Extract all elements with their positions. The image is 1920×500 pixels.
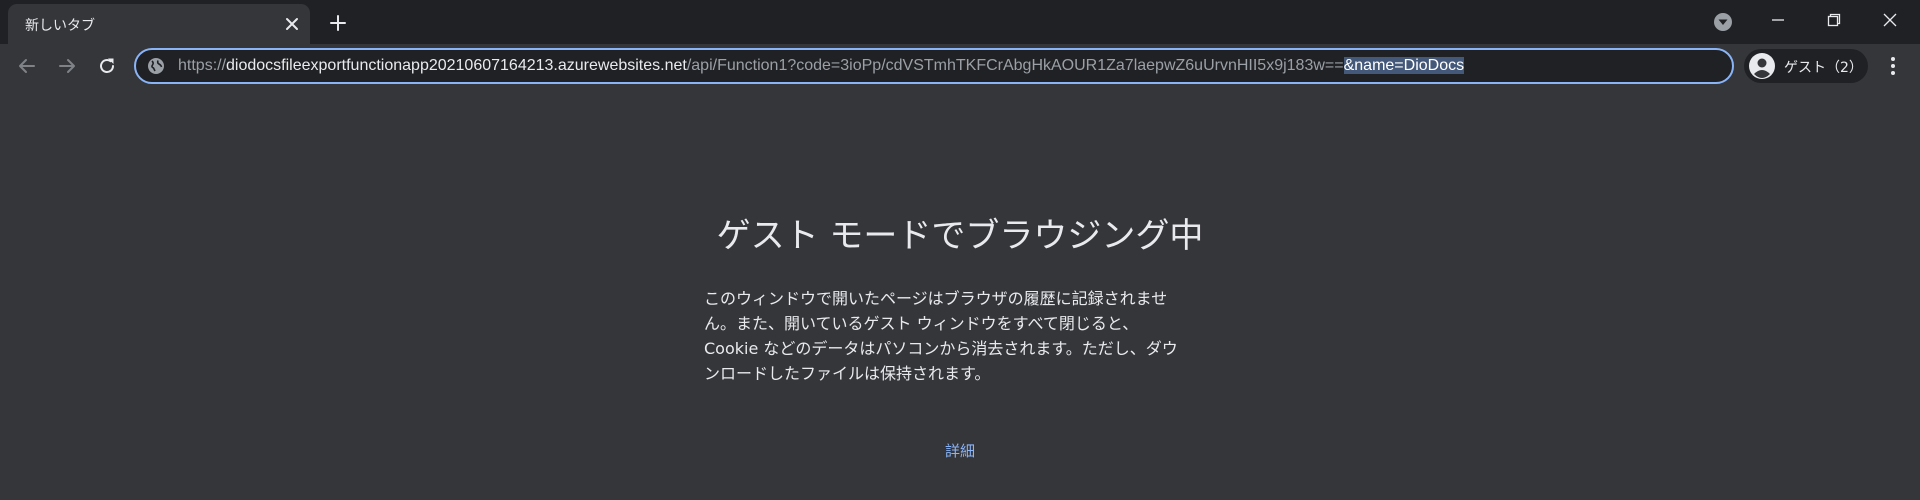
forward-button[interactable]: [50, 49, 84, 83]
plus-icon: [329, 14, 347, 32]
learn-more: 詳細: [0, 440, 1920, 461]
restore-icon: [1827, 13, 1841, 27]
toolbar: https://diodocsfileexportfunctionapp2021…: [0, 44, 1920, 88]
url-text[interactable]: https://diodocsfileexportfunctionapp2021…: [178, 57, 1465, 75]
minimize-button[interactable]: [1750, 0, 1806, 40]
tab-strip: 新しいタブ: [0, 0, 1920, 44]
more-vertical-icon: [1890, 56, 1896, 76]
description-line: ん。また、開いているゲスト ウィンドウをすべて閉じると、: [704, 314, 1139, 333]
close-icon: [1882, 12, 1898, 28]
tab-search-button[interactable]: [1710, 9, 1736, 35]
description-line: ンロードしたファイルは保持されます。: [704, 364, 991, 383]
restore-button[interactable]: [1806, 0, 1862, 40]
url-selected-query: &name=DioDocs: [1343, 57, 1465, 74]
profile-label: ゲスト（2）: [1784, 60, 1863, 76]
reload-button[interactable]: [90, 49, 124, 83]
arrow-right-icon: [57, 56, 77, 76]
guest-description: このウィンドウで開いたページはブラウザの履歴に記録されませ ん。また、開いている…: [704, 286, 1216, 386]
learn-more-link[interactable]: 詳細: [945, 442, 975, 460]
description-line: Cookie などのデータはパソコンから消去されます。ただし、ダウ: [704, 339, 1178, 358]
back-button[interactable]: [10, 49, 44, 83]
url-scheme: https://: [178, 57, 227, 74]
new-tab-button[interactable]: [324, 9, 352, 37]
profile-button[interactable]: ゲスト（2）: [1744, 49, 1868, 83]
description-line: このウィンドウで開いたページはブラウザの履歴に記録されませ: [704, 289, 1168, 308]
reload-icon: [97, 56, 117, 76]
url-path: /api/Function1?code=3ioPp/cdVSTmhTKFCrAb…: [686, 57, 1344, 74]
chevron-down-icon: [1712, 11, 1734, 33]
arrow-left-icon: [17, 56, 37, 76]
person-icon: [1748, 52, 1776, 80]
tab-new-tab[interactable]: 新しいタブ: [8, 4, 310, 44]
tab-title: 新しいタブ: [25, 18, 95, 34]
minimize-icon: [1771, 13, 1785, 27]
globe-icon[interactable]: [146, 56, 166, 76]
address-bar[interactable]: https://diodocsfileexportfunctionapp2021…: [134, 48, 1734, 84]
url-host: diodocsfileexportfunctionapp202106071642…: [226, 57, 687, 74]
close-icon[interactable]: [282, 14, 302, 34]
page-title: ゲスト モードでブラウジング中: [716, 216, 1204, 256]
window-close-button[interactable]: [1862, 0, 1918, 40]
menu-button[interactable]: [1876, 49, 1910, 83]
guest-mode-page: ゲスト モードでブラウジング中 このウィンドウで開いたページはブラウザの履歴に記…: [0, 88, 1920, 500]
